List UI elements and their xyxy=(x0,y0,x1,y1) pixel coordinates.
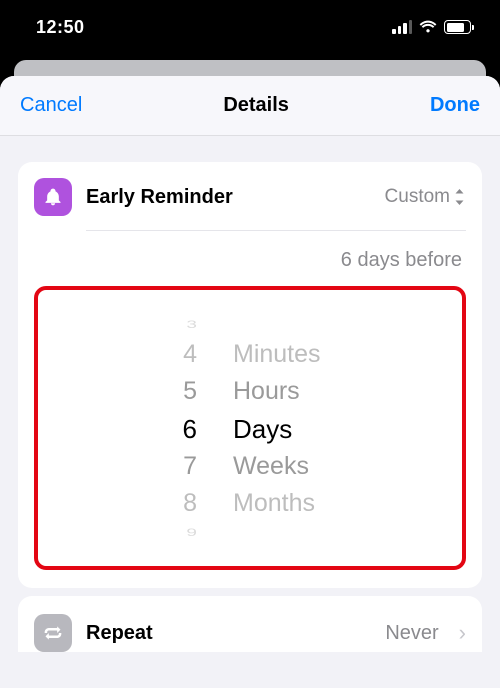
early-reminder-header[interactable]: Early Reminder Custom xyxy=(34,178,466,230)
picker-unit-column[interactable]: Minutes Hours Days Weeks Months xyxy=(233,314,383,544)
page-title: Details xyxy=(223,94,289,117)
picker-unit-option[interactable]: Months xyxy=(233,485,315,522)
status-bar: 12:50 xyxy=(0,0,500,54)
repeat-label: Repeat xyxy=(86,622,371,645)
early-reminder-label: Early Reminder xyxy=(86,186,371,209)
early-reminder-mode-value: Custom xyxy=(385,186,450,208)
picker-number-option[interactable]: 4 xyxy=(183,336,197,373)
early-reminder-summary: 6 days before xyxy=(34,231,466,282)
chevron-right-icon: › xyxy=(459,620,466,646)
picker-unit-option[interactable]: Weeks xyxy=(233,448,309,485)
battery-icon xyxy=(444,20,474,34)
status-icons xyxy=(392,20,474,34)
bell-icon xyxy=(34,178,72,216)
picker-number-selected[interactable]: 6 xyxy=(183,410,197,447)
content-area: Early Reminder Custom 6 days before 3 xyxy=(0,136,500,652)
details-sheet: Cancel Details Done Early Reminder Custo… xyxy=(0,76,500,688)
early-reminder-mode-selector[interactable]: Custom xyxy=(385,186,466,208)
up-down-chevron-icon xyxy=(453,188,466,206)
picker-number-option[interactable]: 9 xyxy=(186,526,197,539)
navbar: Cancel Details Done xyxy=(0,76,500,136)
early-reminder-card: Early Reminder Custom 6 days before 3 xyxy=(18,162,482,588)
wifi-icon xyxy=(419,20,437,34)
picker-unit-option[interactable]: Hours xyxy=(233,373,300,410)
cellular-signal-icon xyxy=(392,20,412,34)
repeat-value: Never xyxy=(385,622,438,645)
picker-number-option[interactable]: 5 xyxy=(183,373,197,410)
picker-number-option[interactable]: 3 xyxy=(186,318,197,331)
picker-number-option[interactable]: 7 xyxy=(183,448,197,485)
picker-unit-selected[interactable]: Days xyxy=(233,410,292,447)
picker-unit-option[interactable]: Minutes xyxy=(233,336,321,373)
done-button[interactable]: Done xyxy=(430,94,480,117)
picker-highlight-box: 3 4 5 6 7 8 9 Minutes Hours Days xyxy=(34,286,466,570)
picker-number-column[interactable]: 3 4 5 6 7 8 9 xyxy=(117,314,197,544)
cancel-button[interactable]: Cancel xyxy=(20,94,82,117)
picker-number-option[interactable]: 8 xyxy=(183,485,197,522)
repeat-row[interactable]: Repeat Never › xyxy=(18,596,482,652)
status-time: 12:50 xyxy=(36,17,85,38)
repeat-icon xyxy=(34,614,72,652)
time-picker[interactable]: 3 4 5 6 7 8 9 Minutes Hours Days xyxy=(38,314,462,544)
